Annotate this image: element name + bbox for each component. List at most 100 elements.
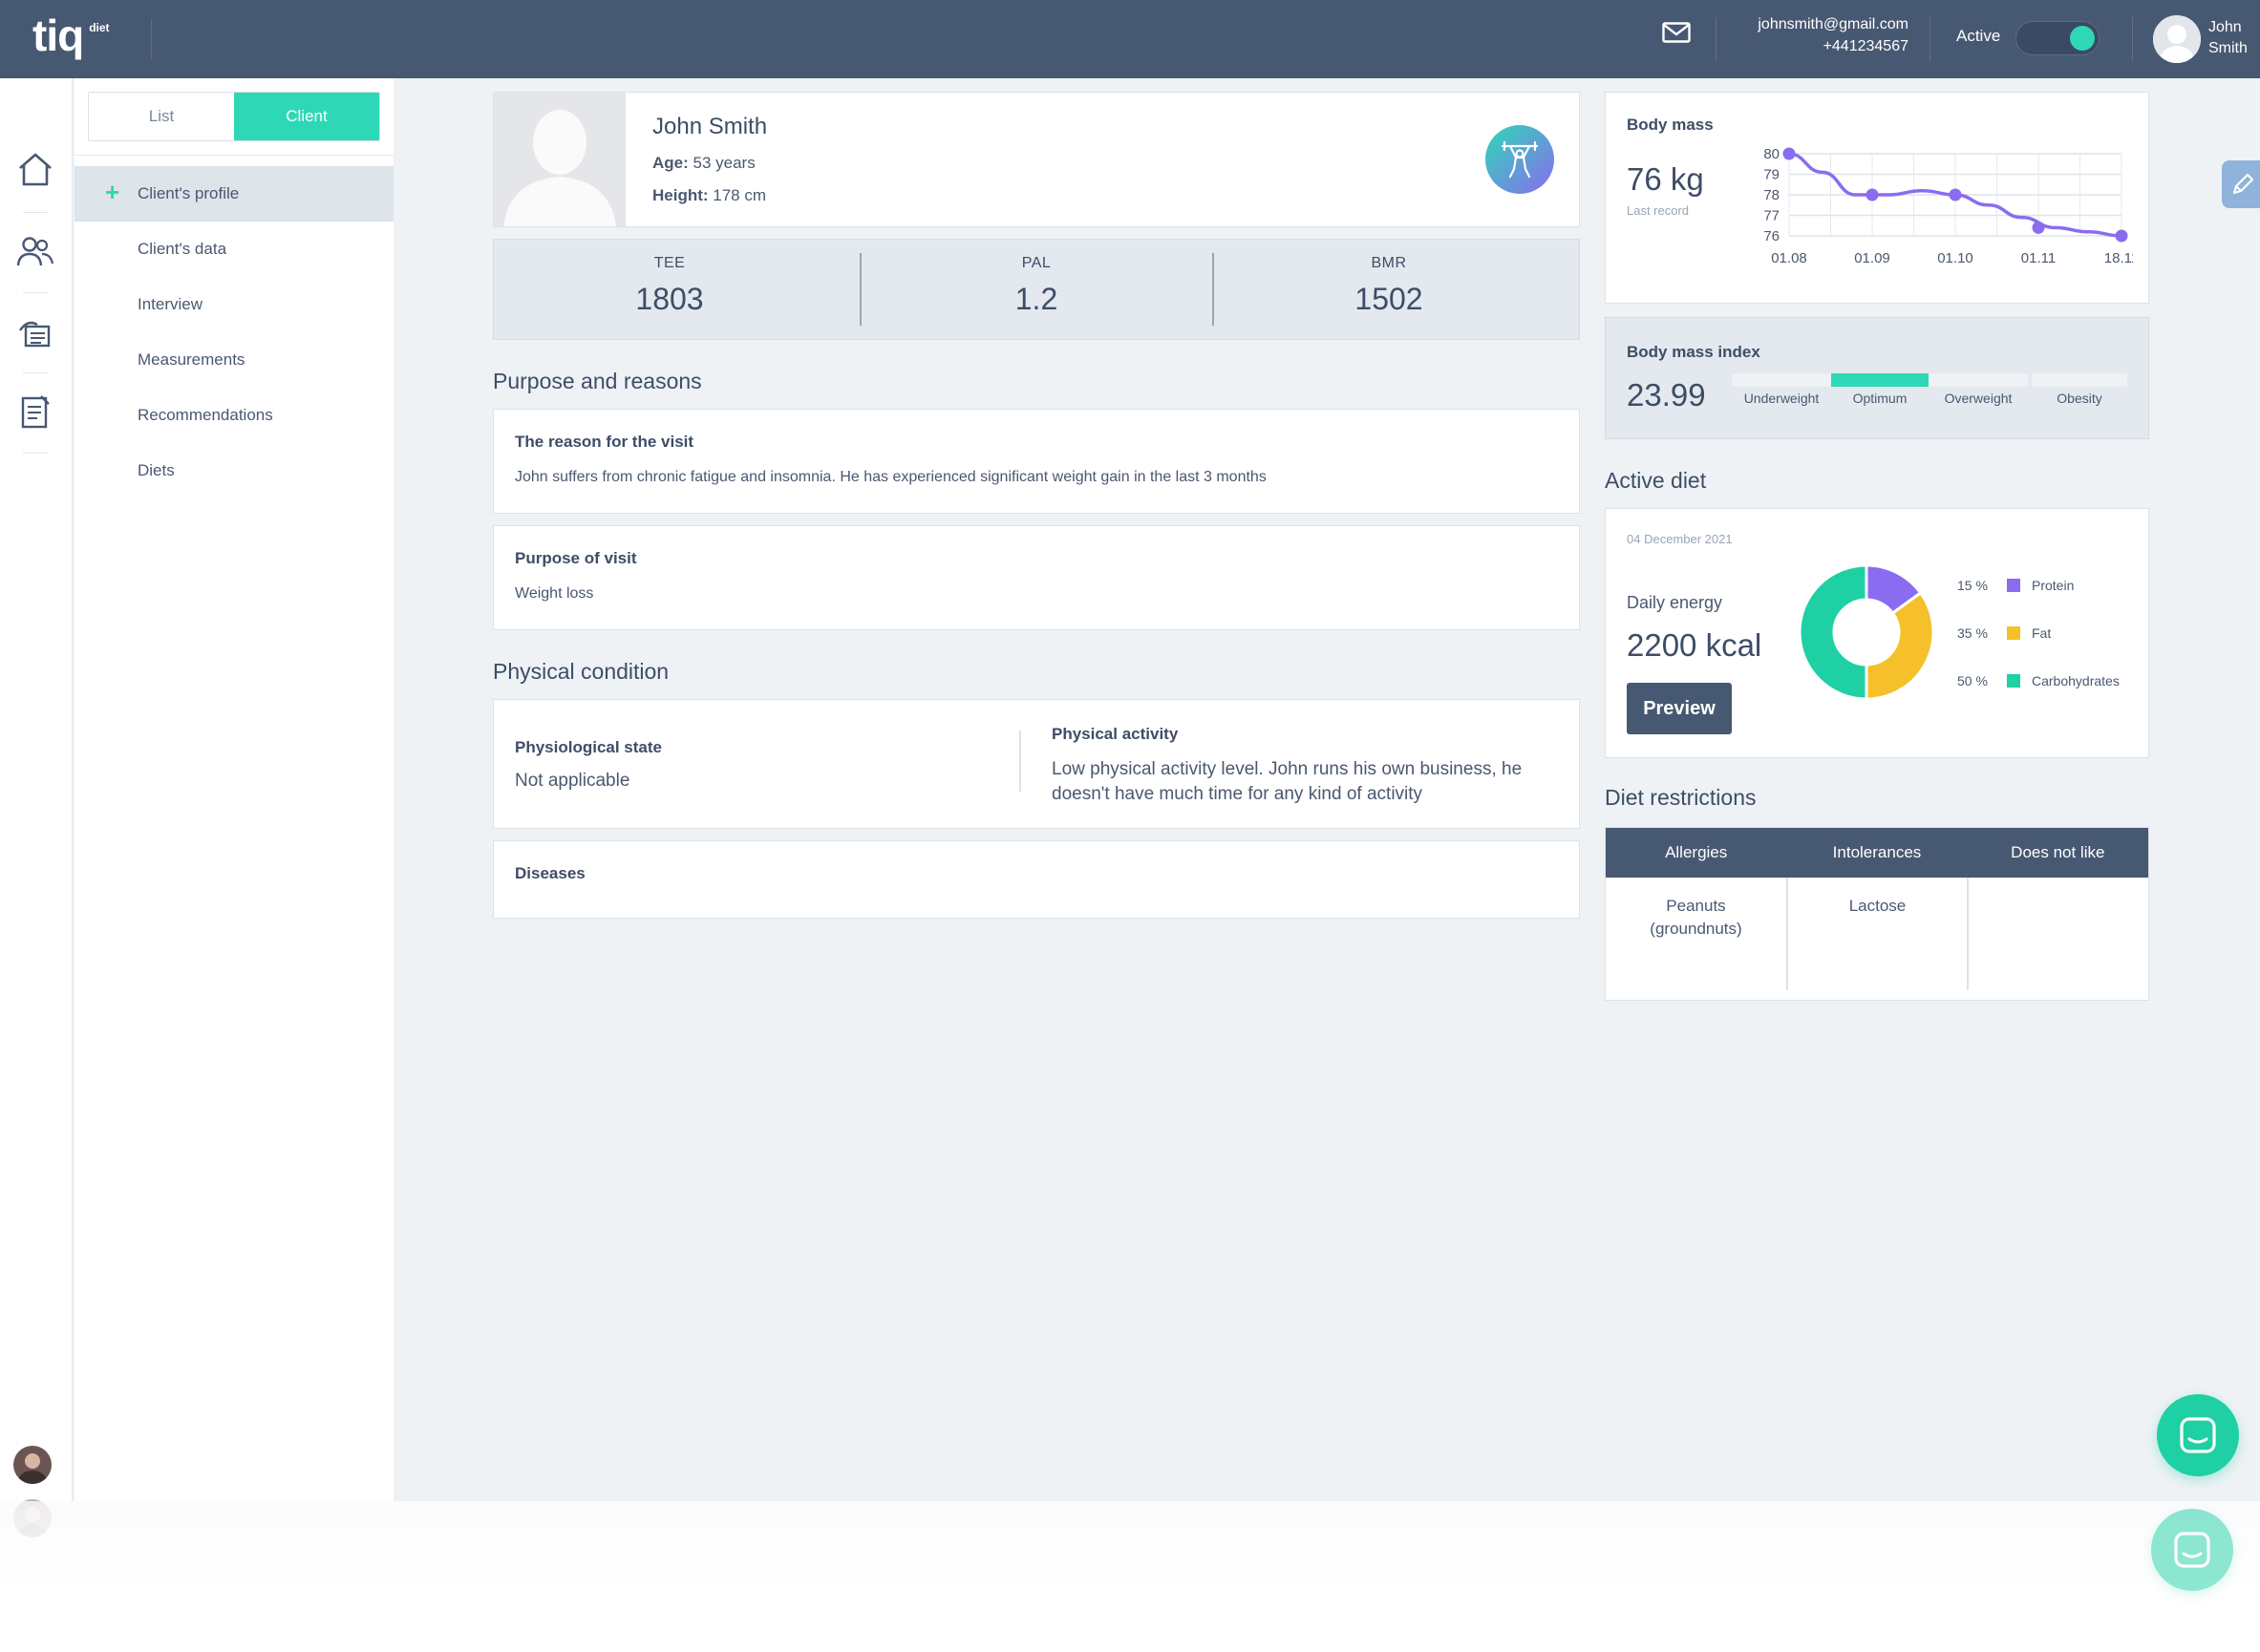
bmi-bar-overweight [1929,373,2028,387]
section-title-physical: Physical condition [493,659,670,684]
profile-card: John Smith Age: 53 years Height: 178 cm [493,92,1580,227]
diseases-card: Diseases [493,840,1580,919]
nav-item-label: Client's data [138,240,227,258]
y-tick-label: 77 [1763,208,1780,224]
clipboard-icon[interactable] [15,392,55,432]
age-label: Age: [652,154,689,172]
col-header-intolerances: Intolerances [1832,843,1922,861]
nav-item-label: Client's profile [138,184,240,202]
client-height: Height: 178 cm [652,186,766,205]
team-member-avatar[interactable] [13,1446,52,1484]
divider [151,19,152,59]
nav-item-recommendations[interactable]: Recommendations [75,388,394,443]
toggle-knob [2070,26,2095,51]
icon-rail [0,78,73,1537]
chat-button[interactable] [2157,1394,2239,1476]
bmi-label: Obesity [2057,391,2102,406]
reason-card: The reason for the visit John suffers fr… [493,409,1580,514]
top-bar: tiq diet johnsmith@gmail.com +441234567 … [0,0,2260,78]
status-label: Active [1956,27,2001,45]
diet-date: 04 December 2021 [1627,532,1733,546]
macro-donut-chart [1798,563,1935,701]
physiological-state-label: Physiological state [515,738,662,756]
user-name[interactable]: John Smith [2208,17,2248,59]
client-name: John Smith [652,114,768,139]
edit-button[interactable] [2222,160,2260,208]
energy-metrics: TEE 1803 PAL 1.2 BMR 1502 [493,239,1580,340]
legend-item: 15 % Protein [1957,576,2074,595]
chat-button-secondary[interactable] [2151,1509,2233,1591]
bmi-bar-optimum [1831,373,1929,387]
section-title-diet-restrictions: Diet restrictions [1605,785,1757,810]
list-tab[interactable]: List [89,93,234,140]
goal-badge[interactable] [1485,125,1554,194]
age-value: 53 years [688,154,756,172]
physical-card: Physiological state Not applicable Physi… [493,699,1580,829]
active-toggle[interactable] [2015,21,2100,55]
body-mass-card: Body mass 76 kg Last record 80 79 78 77 76 01… [1605,92,2149,304]
nav-item-interview[interactable]: Interview [75,277,394,332]
table-header: Allergies Intolerances Does not like [1606,828,2148,878]
y-tick-label: 80 [1763,146,1780,162]
x-tick-label: 01.09 [1854,250,1890,266]
nav-item-clients-profile[interactable]: + Client's profile [75,166,394,222]
divider [75,155,394,156]
col-header-allergies: Allergies [1665,843,1728,861]
pie-slice-carbohydrates [1798,563,1868,701]
nav-item-label: Interview [138,295,203,313]
dislikes-cell [1968,878,2148,990]
reason-label: The reason for the visit [515,433,694,451]
nav-item-diets[interactable]: Diets [75,443,394,498]
bmi-label: Optimum [1852,391,1908,406]
daily-energy-value: 2200 kcal [1627,627,1762,663]
x-tick-label: 01.10 [1937,250,1973,266]
preview-button[interactable]: Preview [1627,683,1732,734]
body-mass-value: 76 kg [1627,161,1704,197]
user-avatar[interactable] [2153,15,2201,63]
legend-percent: 15 % [1957,578,1988,593]
physical-activity-text: Low physical activity level. John runs h… [1052,759,1523,804]
active-diet-card: 04 December 2021 Daily energy 2200 kcal … [1605,508,2149,758]
bmi-label: Overweight [1944,391,2013,406]
nav-item-measurements[interactable]: Measurements [75,332,394,388]
bmi-value: 23.99 [1627,377,1706,413]
metric-value: 1.2 [1014,282,1058,316]
client-tab[interactable]: Client [234,93,379,140]
sidebar: List Client + Client's profile Client's … [75,78,394,1501]
contact-info: johnsmith@gmail.com +441234567 [1729,13,1908,57]
pencil-icon [2232,173,2254,195]
nav-item-clients-data[interactable]: Client's data [75,222,394,277]
metric-pal: PAL 1.2 [861,240,1212,335]
view-switch: List Client [88,92,380,141]
food-list-icon[interactable] [15,311,55,351]
legend-name: Fat [2032,625,2052,641]
legend-swatch [2007,626,2020,640]
legend-percent: 50 % [1957,673,1988,688]
users-icon[interactable] [15,231,55,271]
pie-slice-fat [1865,590,1935,701]
purpose-text: Weight loss [515,585,594,602]
body-mass-title: Body mass [1627,116,1714,134]
divider [1019,731,1021,792]
metric-label: TEE [653,255,686,271]
legend-swatch [2007,674,2020,688]
legend-name: Protein [2032,578,2075,593]
metric-value: 1502 [1354,282,1423,316]
client-nav: + Client's profile Client's data Intervi… [75,166,394,498]
section-title-active-diet: Active diet [1605,468,1707,493]
metric-label: BMR [1371,255,1407,271]
y-tick-label: 76 [1763,228,1780,244]
chat-icon [2174,1532,2210,1568]
divider [23,212,48,213]
body-mass-line-chart: 80 79 78 77 76 01.08 01.09 01.10 01.11 18.11 [1763,146,2133,266]
physical-activity-label: Physical activity [1052,725,1179,743]
x-tick-label: 18.11 [2104,250,2133,266]
data-point [2032,221,2045,234]
weightlifter-icon [1501,140,1539,179]
divider [23,372,48,373]
x-tick-label: 01.11 [2021,250,2056,266]
mail-icon[interactable] [1662,21,1691,44]
daily-energy-label: Daily energy [1627,593,1723,612]
home-icon[interactable] [15,149,55,189]
app-logo[interactable]: tiq diet [32,13,110,57]
